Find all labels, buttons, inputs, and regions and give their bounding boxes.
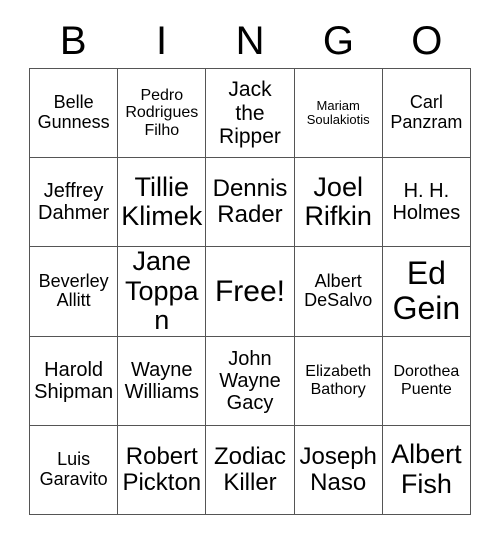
bingo-cell-label: Carl Panzram [390, 92, 463, 133]
bingo-card: B I N G O Belle Gunness Pedro Rodrigues … [0, 0, 500, 544]
bingo-cell-label: Dorothea Puente [393, 363, 460, 398]
bingo-cell-i5[interactable]: Robert Pickton [118, 425, 207, 515]
bingo-header-letter-n: N [235, 19, 265, 63]
bingo-cell-g4[interactable]: Elizabeth Bathory [294, 336, 383, 426]
bingo-cell-label: Elizabeth Bathory [305, 363, 372, 398]
bingo-cell-n4[interactable]: John Wayne Gacy [206, 336, 295, 426]
bingo-cell-label: Pedro Rodrigues Filho [125, 86, 199, 139]
bingo-cell-i2[interactable]: Tillie Klimek [118, 158, 207, 248]
bingo-cell-n1[interactable]: Jack the Ripper [206, 69, 295, 159]
bingo-cell-o3[interactable]: Ed Gein [382, 247, 471, 337]
bingo-cell-g1[interactable]: Mariam Soulakiotis [294, 69, 383, 159]
bingo-cell-label: Robert Pickton [122, 442, 202, 496]
bingo-cell-b5[interactable]: Luis Garavito [30, 425, 119, 515]
bingo-cell-label: Tillie Klimek [121, 171, 203, 232]
bingo-cell-label: Jeffrey Dahmer [38, 180, 110, 225]
bingo-cell-g2[interactable]: Joel Rifkin [294, 158, 383, 248]
bingo-header-letter-o: O [411, 19, 443, 63]
bingo-cell-n5[interactable]: Zodiac Killer [206, 425, 295, 515]
bingo-cell-free-space[interactable]: Free! [206, 247, 295, 337]
bingo-header-row: B I N G O [29, 14, 471, 68]
bingo-cell-n2[interactable]: Dennis Rader [206, 158, 295, 248]
bingo-cell-label: Zodiac Killer [213, 442, 287, 496]
bingo-cell-label: Jack the Ripper [219, 78, 281, 148]
bingo-cell-label: Wayne Williams [124, 358, 199, 403]
bingo-cell-b3[interactable]: Beverley Allitt [30, 247, 119, 337]
bingo-cell-o1[interactable]: Carl Panzram [382, 69, 471, 159]
bingo-grid: Belle Gunness Pedro Rodrigues Filho Jack… [29, 68, 471, 515]
bingo-cell-label: John Wayne Gacy [219, 347, 281, 414]
bingo-cell-g3[interactable]: Albert DeSalvo [294, 247, 383, 337]
bingo-cell-label: Beverley Allitt [38, 270, 109, 311]
bingo-cell-b4[interactable]: Harold Shipman [30, 336, 119, 426]
bingo-cell-i3[interactable]: Jane Toppan [118, 247, 207, 337]
bingo-cell-label: H. H. Holmes [392, 180, 461, 225]
bingo-cell-b2[interactable]: Jeffrey Dahmer [30, 158, 119, 248]
bingo-header-letter-g: G [322, 19, 354, 63]
bingo-cell-g5[interactable]: Joseph Naso [294, 425, 383, 515]
bingo-cell-label: Harold Shipman [34, 358, 114, 403]
bingo-header-letter-b: B [59, 19, 87, 63]
bingo-cell-b1[interactable]: Belle Gunness [30, 69, 119, 159]
bingo-cell-label: Albert Fish [391, 439, 462, 499]
bingo-cell-i4[interactable]: Wayne Williams [118, 336, 207, 426]
bingo-cell-o4[interactable]: Dorothea Puente [382, 336, 471, 426]
bingo-cell-label: Ed Gein [392, 255, 461, 327]
bingo-cell-o5[interactable]: Albert Fish [382, 425, 471, 515]
bingo-cell-label: Belle Gunness [37, 92, 110, 133]
bingo-cell-label: Joel Rifkin [304, 171, 372, 232]
bingo-header-letter-i: I [156, 19, 168, 63]
free-space-label: Free! [214, 274, 285, 308]
bingo-cell-i1[interactable]: Pedro Rodrigues Filho [118, 69, 207, 159]
bingo-cell-label: Mariam Soulakiotis [306, 97, 370, 128]
bingo-cell-label: Luis Garavito [39, 449, 108, 489]
bingo-cell-label: Albert DeSalvo [304, 270, 373, 311]
bingo-cell-o2[interactable]: H. H. Holmes [382, 158, 471, 248]
bingo-cell-label: Joseph Naso [299, 442, 377, 496]
bingo-cell-label: Dennis Rader [212, 174, 288, 229]
bingo-cell-label: Jane Toppan [125, 247, 199, 336]
